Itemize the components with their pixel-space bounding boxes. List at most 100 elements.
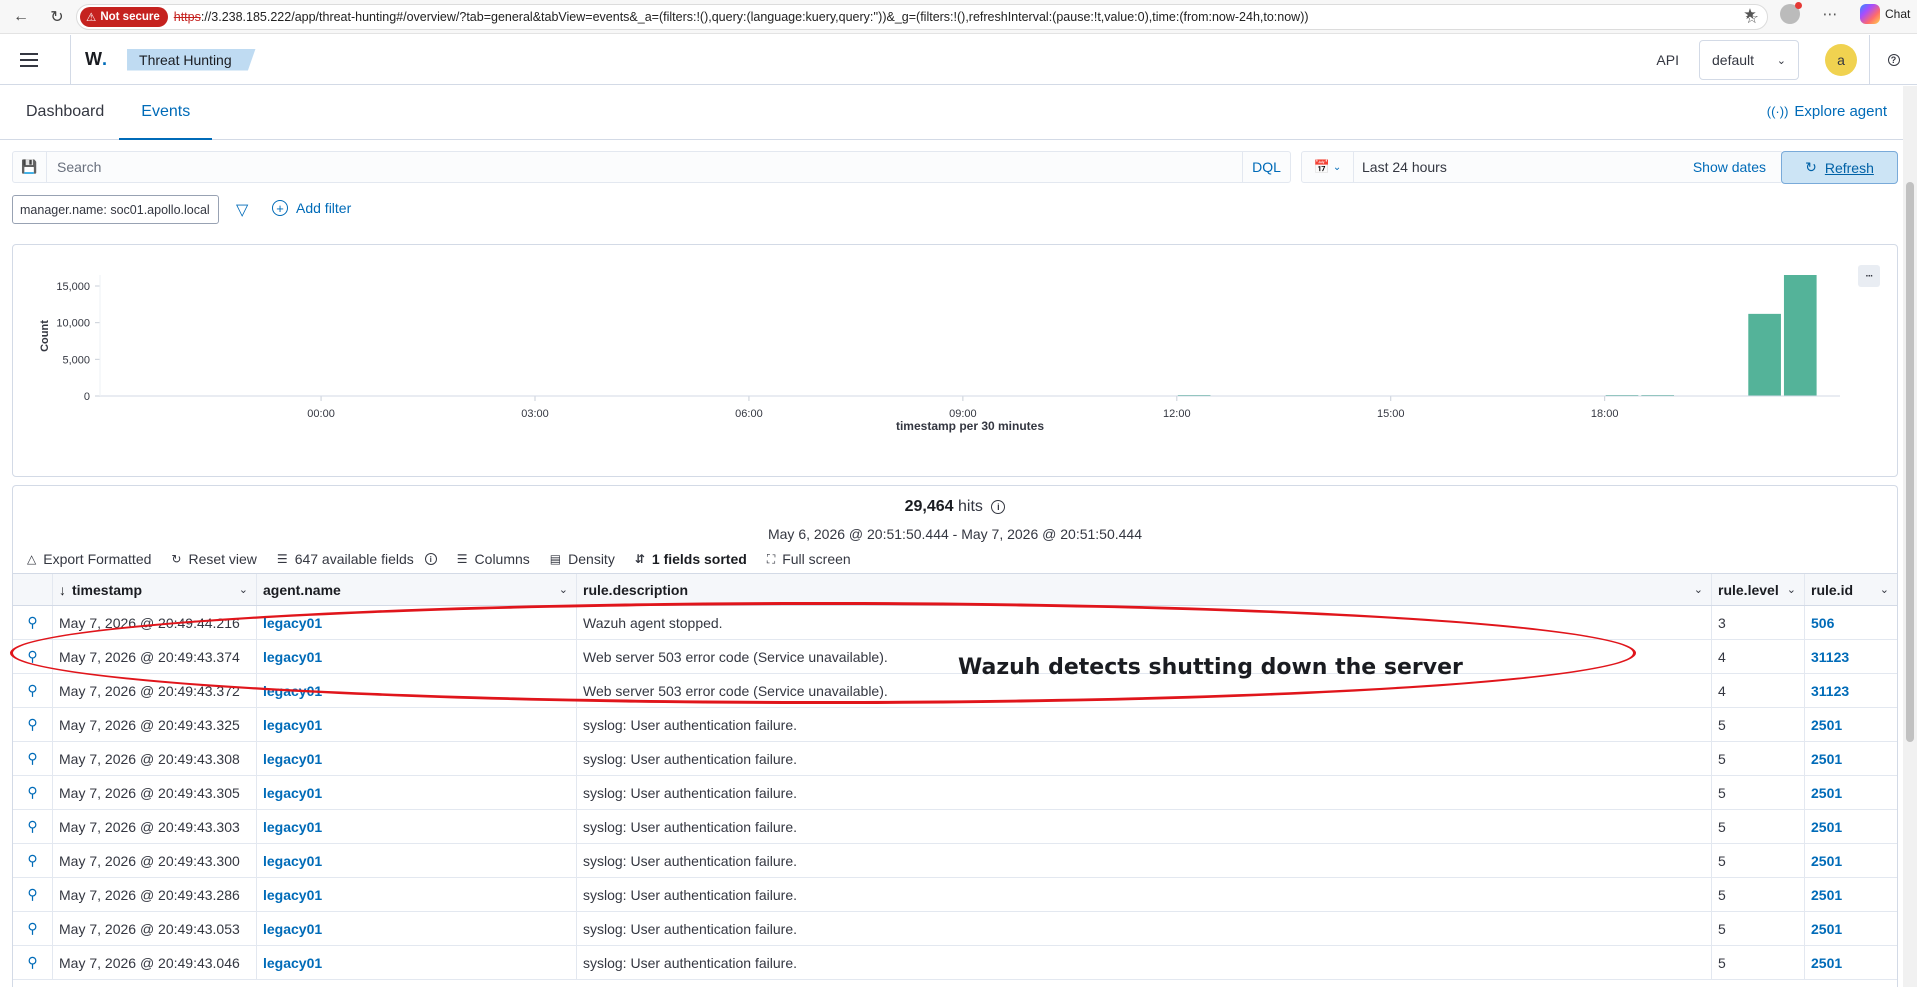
- cell-agent-name[interactable]: legacy01: [257, 946, 577, 979]
- breadcrumb[interactable]: Threat Hunting: [127, 48, 256, 71]
- cell-timestamp[interactable]: May 7, 2026 @ 20:49:43.374: [53, 640, 257, 673]
- back-icon[interactable]: ←: [10, 6, 32, 28]
- inspect-cell[interactable]: ⚲: [13, 640, 53, 673]
- table-row[interactable]: ⚲ May 7, 2026 @ 20:49:43.374 legacy01 Web s…: [13, 640, 1897, 674]
- menu-icon[interactable]: [20, 52, 38, 67]
- rule-id-link[interactable]: 2501: [1811, 785, 1842, 801]
- table-row[interactable]: ⚲ May 7, 2026 @ 20:49:43.305 legacy01 syslo…: [13, 776, 1897, 810]
- rule-id-link[interactable]: 2501: [1811, 887, 1842, 903]
- rule-id-link[interactable]: 31123: [1811, 649, 1849, 665]
- table-row[interactable]: ⚲ May 7, 2026 @ 20:49:43.308 legacy01 syslo…: [13, 742, 1897, 776]
- more-options-icon[interactable]: ⋯: [1820, 4, 1840, 24]
- cell-rule-description[interactable]: syslog: User authentication failure.: [577, 708, 1712, 741]
- inspect-document-icon[interactable]: ⚲: [27, 648, 37, 665]
- agent-link[interactable]: legacy01: [263, 751, 322, 767]
- chevron-down-icon[interactable]: ⌄: [1880, 583, 1889, 596]
- chevron-down-icon[interactable]: ⌄: [239, 583, 248, 596]
- cell-rule-id[interactable]: 2501: [1805, 776, 1897, 809]
- table-row[interactable]: ⚲ May 7, 2026 @ 20:49:43.300 legacy01 syslo…: [13, 844, 1897, 878]
- inspect-document-icon[interactable]: ⚲: [27, 852, 37, 869]
- chevron-down-icon[interactable]: ⌄: [1694, 583, 1703, 596]
- agent-link[interactable]: legacy01: [263, 887, 322, 903]
- filter-icon[interactable]: ▽: [236, 200, 248, 220]
- inspect-cell[interactable]: ⚲: [13, 946, 53, 979]
- cell-rule-id[interactable]: 31123: [1805, 640, 1897, 673]
- cell-agent-name[interactable]: legacy01: [257, 776, 577, 809]
- rule-id-link[interactable]: 31123: [1811, 683, 1849, 699]
- cell-rule-level[interactable]: 5: [1712, 776, 1805, 809]
- agent-link[interactable]: legacy01: [263, 717, 322, 733]
- reload-icon[interactable]: ↻: [46, 6, 68, 28]
- cell-timestamp[interactable]: May 7, 2026 @ 20:49:43.303: [53, 810, 257, 843]
- saved-query-icon[interactable]: 💾: [13, 152, 47, 182]
- column-header-rule-description[interactable]: rule.description ⌄: [577, 574, 1712, 605]
- cell-timestamp[interactable]: May 7, 2026 @ 20:49:43.308: [53, 742, 257, 775]
- column-header-rule-id[interactable]: rule.id ⌄: [1805, 574, 1897, 605]
- date-range-text[interactable]: Last 24 hours: [1354, 159, 1693, 175]
- wazuh-logo[interactable]: W.: [70, 34, 107, 85]
- cell-rule-description[interactable]: syslog: User authentication failure.: [577, 776, 1712, 809]
- cell-agent-name[interactable]: legacy01: [257, 742, 577, 775]
- agent-link[interactable]: legacy01: [263, 649, 322, 665]
- column-header-timestamp[interactable]: ↓ timestamp ⌄: [53, 574, 257, 605]
- rule-id-link[interactable]: 2501: [1811, 921, 1842, 937]
- reset-view-button[interactable]: ↻ Reset view: [171, 551, 257, 567]
- sort-fields-button[interactable]: ⇵ 1 fields sorted: [635, 551, 747, 567]
- column-header-agent-name[interactable]: agent.name ⌄: [257, 574, 577, 605]
- search-input[interactable]: [47, 152, 1242, 182]
- full-screen-button[interactable]: ⛶ Full screen: [767, 551, 851, 567]
- inspect-cell[interactable]: ⚲: [13, 844, 53, 877]
- explore-agent-button[interactable]: ((·)) Explore agent: [1767, 103, 1887, 120]
- cell-rule-level[interactable]: 5: [1712, 878, 1805, 911]
- index-pattern-select[interactable]: default ⌄: [1699, 40, 1799, 80]
- cell-rule-id[interactable]: 31123: [1805, 674, 1897, 707]
- cell-rule-id[interactable]: 2501: [1805, 742, 1897, 775]
- table-row[interactable]: ⚲ May 7, 2026 @ 20:49:43.325 legacy01 syslo…: [13, 708, 1897, 742]
- cell-rule-level[interactable]: 5: [1712, 708, 1805, 741]
- rule-id-link[interactable]: 506: [1811, 615, 1834, 631]
- cell-timestamp[interactable]: May 7, 2026 @ 20:49:43.372: [53, 674, 257, 707]
- inspect-cell[interactable]: ⚲: [13, 878, 53, 911]
- cell-rule-id[interactable]: 2501: [1805, 878, 1897, 911]
- user-avatar[interactable]: a: [1825, 44, 1857, 76]
- histogram-bar[interactable]: [1783, 275, 1817, 396]
- table-row[interactable]: ⚲ May 7, 2026 @ 20:49:43.372 legacy01 Web s…: [13, 674, 1897, 708]
- cell-timestamp[interactable]: May 7, 2026 @ 20:49:43.286: [53, 878, 257, 911]
- chevron-down-icon[interactable]: ⌄: [1787, 583, 1796, 596]
- inspect-document-icon[interactable]: ⚲: [27, 784, 37, 801]
- tab-events[interactable]: Events: [119, 85, 213, 140]
- density-button[interactable]: ▤ Density: [550, 551, 615, 567]
- cell-rule-id[interactable]: 2501: [1805, 810, 1897, 843]
- cell-rule-id[interactable]: 506: [1805, 606, 1897, 639]
- refresh-button[interactable]: ↻ Refresh: [1781, 151, 1898, 184]
- help-button[interactable]: ?: [1869, 35, 1917, 85]
- table-row[interactable]: ⚲ May 7, 2026 @ 20:49:43.286 legacy01 syslo…: [13, 878, 1897, 912]
- show-dates-link[interactable]: Show dates: [1693, 159, 1766, 175]
- cell-rule-id[interactable]: 2501: [1805, 912, 1897, 945]
- cell-agent-name[interactable]: legacy01: [257, 674, 577, 707]
- cell-rule-description[interactable]: syslog: User authentication failure.: [577, 946, 1712, 979]
- inspect-document-icon[interactable]: ⚲: [27, 716, 37, 733]
- not-secure-badge[interactable]: ⚠ Not secure: [80, 7, 168, 27]
- rule-id-link[interactable]: 2501: [1811, 955, 1842, 971]
- copilot-chat-button[interactable]: Chat: [1860, 4, 1910, 24]
- cell-agent-name[interactable]: legacy01: [257, 606, 577, 639]
- cell-rule-level[interactable]: 5: [1712, 912, 1805, 945]
- add-filter-button[interactable]: + Add filter: [272, 200, 351, 216]
- cell-rule-level[interactable]: 4: [1712, 640, 1805, 673]
- api-link[interactable]: API: [1656, 52, 1679, 68]
- agent-link[interactable]: legacy01: [263, 819, 322, 835]
- inspect-document-icon[interactable]: ⚲: [27, 954, 37, 971]
- agent-link[interactable]: legacy01: [263, 785, 322, 801]
- cell-rule-level[interactable]: 3: [1712, 606, 1805, 639]
- inspect-document-icon[interactable]: ⚲: [27, 920, 37, 937]
- available-fields-button[interactable]: ☰ 647 available fields i: [277, 551, 437, 567]
- cell-rule-level[interactable]: 5: [1712, 946, 1805, 979]
- histogram-bar[interactable]: [1748, 313, 1781, 396]
- chart-options-icon[interactable]: ···: [1858, 265, 1880, 287]
- rule-id-link[interactable]: 2501: [1811, 717, 1842, 733]
- filter-pill[interactable]: manager.name: soc01.apollo.local: [12, 195, 219, 224]
- inspect-document-icon[interactable]: ⚲: [27, 750, 37, 767]
- cell-rule-id[interactable]: 2501: [1805, 946, 1897, 979]
- cell-rule-id[interactable]: 2501: [1805, 844, 1897, 877]
